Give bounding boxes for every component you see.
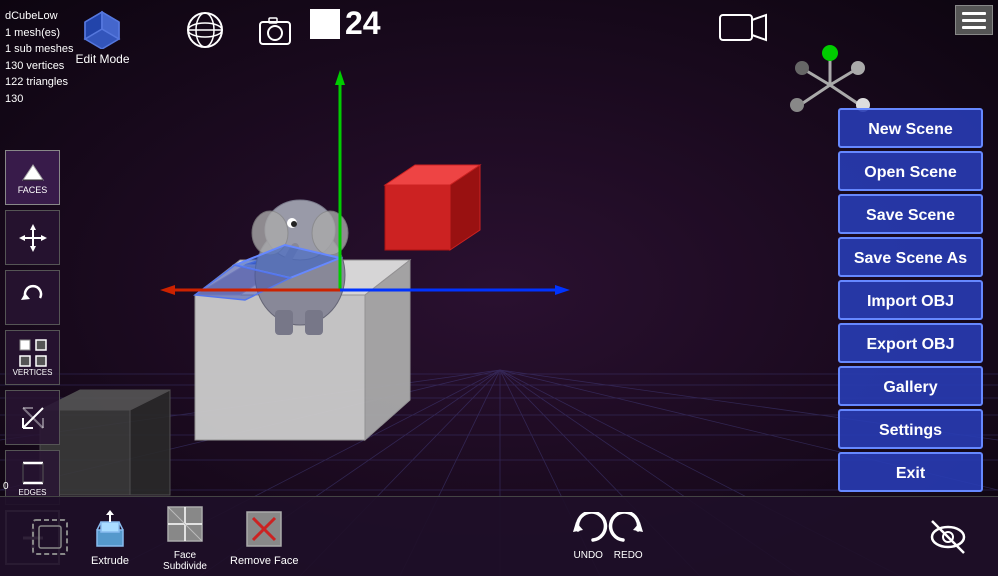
menu-item-exit[interactable]: Exit	[838, 452, 983, 492]
faces-tool[interactable]: FACES	[5, 150, 60, 205]
fps-square	[310, 9, 340, 39]
sub-meshes: 1 sub meshes	[5, 41, 73, 58]
remove-face-label: Remove Face	[230, 555, 298, 567]
move-tool[interactable]	[5, 210, 60, 265]
menu-item-open-scene[interactable]: Open Scene	[838, 151, 983, 191]
vertices-icon	[18, 338, 48, 368]
screenshot-icon-area[interactable]	[255, 10, 295, 55]
extra-count: 130	[5, 91, 73, 108]
faces-icon	[18, 160, 48, 185]
extrude-tool[interactable]: Extrude	[80, 506, 140, 567]
extrude-label: Extrude	[91, 555, 129, 567]
object-name: dCubeLow	[5, 8, 73, 25]
scale-tool[interactable]	[5, 390, 60, 445]
video-camera-icon-area[interactable]	[718, 10, 768, 50]
fps-counter: 24	[310, 5, 381, 42]
globe-icon[interactable]	[185, 10, 225, 50]
panel-svg	[29, 516, 71, 558]
coord-value: 0	[3, 481, 9, 492]
coord-display: 0	[3, 481, 9, 492]
vertices-count: 130 vertices	[5, 58, 73, 75]
3d-viewport[interactable]: dCubeLow 1 mesh(es) 1 sub meshes 130 ver…	[0, 0, 998, 576]
edit-mode-icon[interactable]	[75, 5, 130, 50]
rotate-tool[interactable]	[5, 270, 60, 325]
fps-value: 24	[345, 5, 381, 42]
remove-face-icon	[242, 506, 287, 551]
object-info: dCubeLow 1 mesh(es) 1 sub meshes 130 ver…	[5, 8, 73, 107]
face-subdivide-tool[interactable]: FaceSubdivide	[155, 501, 215, 572]
redo-button[interactable]: REDO	[608, 512, 648, 561]
redo-icon	[608, 512, 648, 547]
hide-show-tool[interactable]	[918, 514, 978, 559]
menu-item-new-scene[interactable]: New Scene	[838, 108, 983, 148]
hamburger-line-1	[962, 12, 986, 15]
bottom-toolbar: Extrude FaceSubdivide	[0, 496, 998, 576]
redo-label: REDO	[614, 550, 643, 561]
panel-toggle[interactable]	[20, 514, 80, 559]
extrude-icon	[88, 506, 133, 551]
hamburger-line-2	[962, 19, 986, 22]
rotate-icon	[18, 283, 48, 313]
edges-icon	[18, 458, 48, 488]
menu-item-export-obj[interactable]: Export OBJ	[838, 323, 983, 363]
undo-label: UNDO	[574, 550, 603, 561]
menu-item-gallery[interactable]: Gallery	[838, 366, 983, 406]
face-subdivide-icon	[163, 501, 208, 546]
faces-label: FACES	[18, 185, 48, 195]
undo-icon	[568, 512, 608, 547]
vertices-label: VERTICES	[13, 368, 53, 377]
hamburger-menu-button[interactable]	[955, 5, 993, 35]
bottom-tool-group: Extrude FaceSubdivide	[80, 501, 298, 572]
remove-face-tool[interactable]: Remove Face	[230, 506, 298, 567]
camera-icon[interactable]	[255, 10, 295, 50]
menu-item-settings[interactable]: Settings	[838, 409, 983, 449]
globe-icon-area[interactable]	[185, 10, 225, 55]
vertices-tool[interactable]: VERTICES	[5, 330, 60, 385]
edit-mode-area[interactable]: Edit Mode	[75, 5, 130, 66]
menu-item-save-scene[interactable]: Save Scene	[838, 194, 983, 234]
scale-icon	[18, 403, 48, 433]
video-camera-icon[interactable]	[718, 10, 768, 45]
triangles-count: 122 triangles	[5, 74, 73, 91]
undo-button[interactable]: UNDO	[568, 512, 608, 561]
panel-icon	[28, 514, 73, 559]
mesh-count: 1 mesh(es)	[5, 25, 73, 42]
menu-item-save-scene-as[interactable]: Save Scene As	[838, 237, 983, 277]
menu-item-import-obj[interactable]: Import OBJ	[838, 280, 983, 320]
hamburger-line-3	[962, 26, 986, 29]
move-icon	[18, 223, 48, 253]
right-menu-panel: New SceneOpen SceneSave SceneSave Scene …	[838, 108, 998, 492]
edit-mode-label: Edit Mode	[75, 52, 129, 66]
face-subdivide-label: FaceSubdivide	[163, 550, 207, 572]
hide-icon	[926, 514, 971, 559]
